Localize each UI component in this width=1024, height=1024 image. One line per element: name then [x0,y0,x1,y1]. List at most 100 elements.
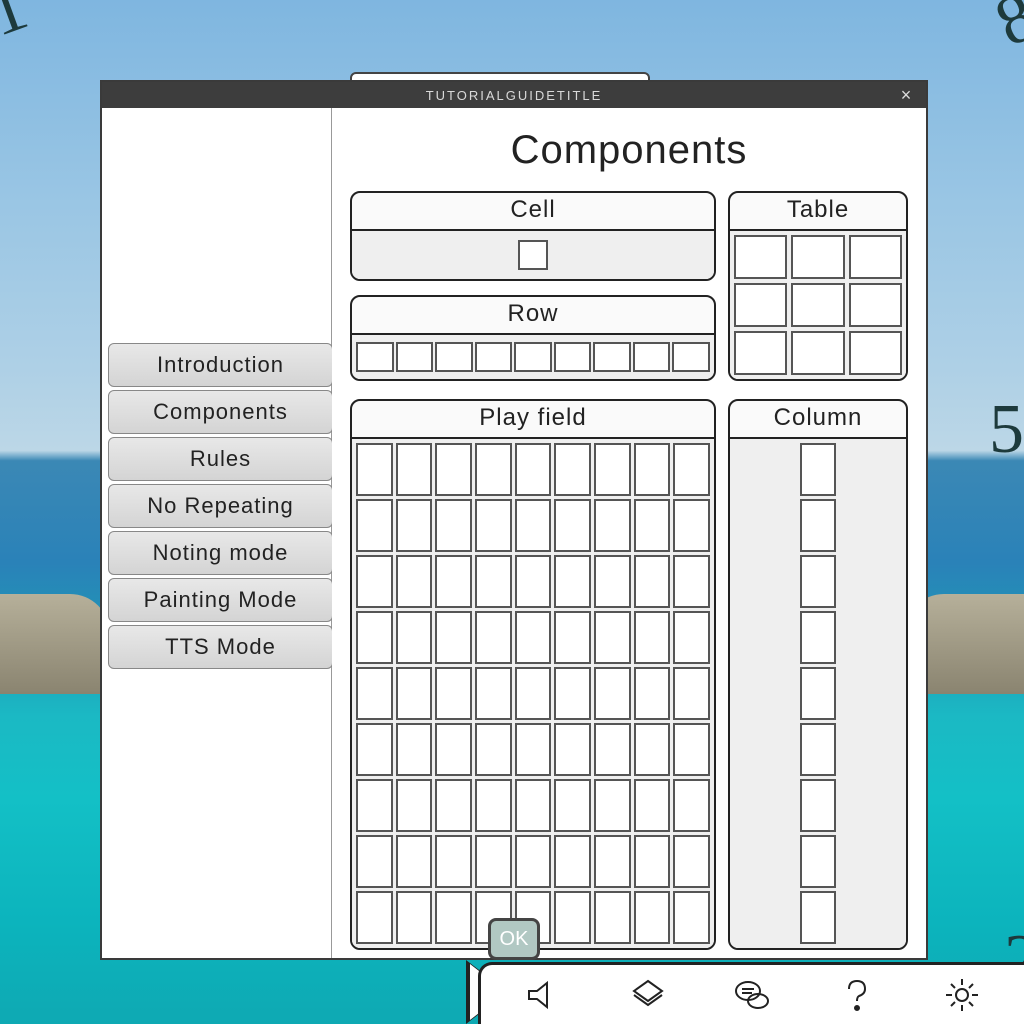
grid-cell [475,779,512,832]
grid-cell [475,667,512,720]
grid-cell [791,283,844,327]
grid-cell [554,499,591,552]
grid-cell [396,891,433,944]
grid-cell [734,235,787,279]
close-button[interactable]: × [894,82,920,108]
grid-cell [356,499,393,552]
panel-row: Row [350,295,716,381]
help-icon[interactable] [835,973,879,1017]
panel-title-cell: Cell [352,193,714,229]
bg-rocks-left [0,594,110,694]
sidebar-spacer [102,108,331,343]
grid-cell [554,342,592,372]
sidebar-item-label: Noting mode [153,540,289,566]
row-grid-icon [356,342,710,372]
grid-cell [673,723,710,776]
grid-cell [435,611,472,664]
page-heading: Components [350,128,908,173]
grid-cell [673,555,710,608]
grid-cell [594,555,631,608]
grid-cell [791,331,844,375]
panel-title-playfield: Play field [352,401,714,437]
grid-cell [800,611,836,664]
grid-cell [594,723,631,776]
grid-cell [673,667,710,720]
grid-cell [515,835,552,888]
grid-cell [849,331,902,375]
grid-cell [475,342,513,372]
bottom-row: Play field Column [350,399,908,950]
grid-cell [634,499,671,552]
panel-column: Column [728,399,908,950]
sidebar-item-label: Painting Mode [144,587,298,613]
grid-cell [673,443,710,496]
grid-cell [594,835,631,888]
grid-cell [849,235,902,279]
close-icon: × [901,85,914,106]
grid-cell [356,667,393,720]
grid-cell [396,835,433,888]
grid-cell [800,499,836,552]
sidebar-item-no-repeating[interactable]: No Repeating [108,484,333,528]
chat-icon[interactable] [730,973,774,1017]
grid-cell [673,835,710,888]
grid-cell [435,891,472,944]
grid-cell [475,611,512,664]
grid-cell [673,891,710,944]
sidebar-item-introduction[interactable]: Introduction [108,343,333,387]
sidebar-item-rules[interactable]: Rules [108,437,333,481]
grid-cell [594,891,631,944]
grid-cell [396,667,433,720]
panel-body-column [730,437,906,948]
sidebar-item-painting-mode[interactable]: Painting Mode [108,578,333,622]
grid-cell [554,723,591,776]
panel-body-cell [352,229,714,279]
playfield-grid-icon [356,443,710,944]
grid-cell [475,835,512,888]
ok-button[interactable]: OK [488,918,540,960]
grid-cell [634,611,671,664]
grid-cell [554,835,591,888]
grid-cell [634,723,671,776]
sidebar-item-label: Components [153,399,288,425]
deck-icon[interactable] [626,973,670,1017]
grid-cell [554,443,591,496]
grid-cell [515,667,552,720]
sidebar-item-label: Rules [190,446,251,472]
grid-cell [593,342,631,372]
grid-cell [396,611,433,664]
grid-cell [435,342,473,372]
grid-cell [435,835,472,888]
content-area: Components Cell Row [332,108,926,958]
grid-cell [554,779,591,832]
grid-cell [594,611,631,664]
settings-icon[interactable] [940,973,984,1017]
grid-cell [356,611,393,664]
panel-table: Table [728,191,908,381]
grid-cell [356,723,393,776]
grid-cell [515,499,552,552]
sidebar-item-tts-mode[interactable]: TTS Mode [108,625,333,669]
grid-cell [396,723,433,776]
grid-cell [396,443,433,496]
grid-cell [800,723,836,776]
sidebar-item-noting-mode[interactable]: Noting mode [108,531,333,575]
grid-cell [396,342,434,372]
grid-cell [554,891,591,944]
sound-icon[interactable] [521,973,565,1017]
grid-cell [435,723,472,776]
panel-body-row [352,333,714,379]
sidebar-item-components[interactable]: Components [108,390,333,434]
grid-cell [435,555,472,608]
grid-cell [800,555,836,608]
grid-cell [435,443,472,496]
grid-cell [634,667,671,720]
ok-button-label: OK [500,928,529,951]
grid-cell [435,667,472,720]
panel-body-table [730,229,906,379]
panel-cell: Cell [350,191,716,281]
window-body: Introduction Components Rules No Repeati… [102,108,926,958]
grid-cell [800,443,836,496]
cell-icon [518,240,548,270]
grid-cell [594,779,631,832]
